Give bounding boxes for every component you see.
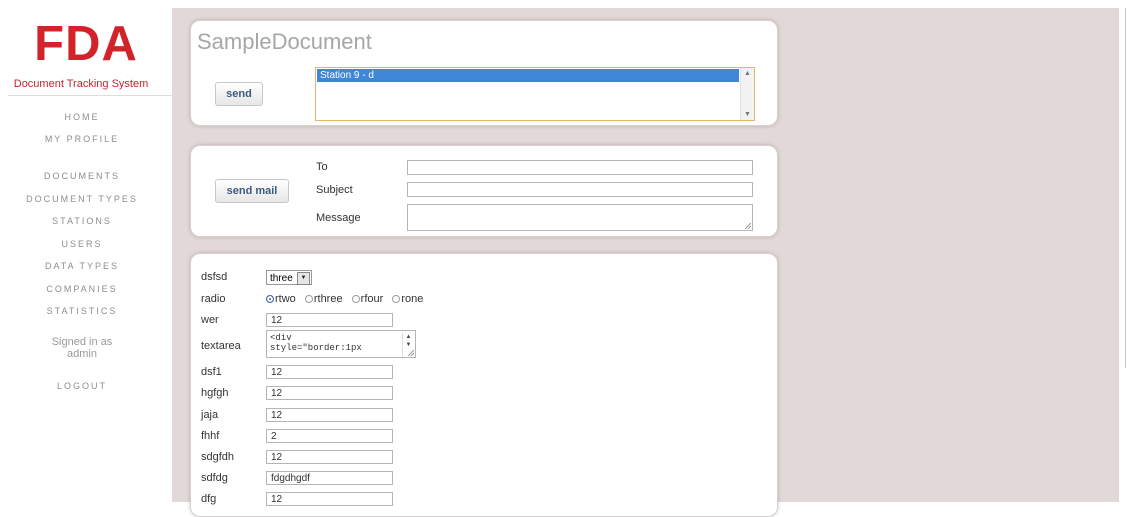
sdfdg-input[interactable]: fdgdhgdf: [266, 471, 393, 485]
nav-stations[interactable]: STATIONS: [0, 216, 164, 226]
main-content: SampleDocument send Station 9 - d ▲ ▼ se…: [172, 8, 1119, 517]
fhhf-label: fhhf: [201, 430, 220, 442]
radio-option-rone[interactable]: rone: [392, 293, 423, 305]
textarea-input[interactable]: <div style="border:1px ▲ ▼: [266, 330, 416, 358]
message-label: Message: [316, 212, 361, 224]
resize-grip-icon[interactable]: [745, 223, 751, 229]
signed-in-user: admin: [67, 348, 97, 360]
app-subtitle: Document Tracking System: [13, 78, 149, 90]
station-option-selected[interactable]: Station 9 - d: [317, 69, 739, 82]
textarea-label: textarea: [201, 340, 241, 352]
nav-data-types[interactable]: DATA TYPES: [0, 261, 164, 271]
dsfsd-select[interactable]: three ▼: [266, 270, 312, 285]
to-input[interactable]: [407, 160, 753, 175]
fields-panel: dsfsd three ▼ radio rtwo rthree rfour ro…: [190, 253, 778, 517]
sdgfdh-label: sdgfdh: [201, 451, 235, 463]
radio-label: radio: [201, 293, 226, 305]
send-button[interactable]: send: [215, 82, 263, 106]
divider: [8, 95, 172, 96]
radio-selected-icon[interactable]: [266, 295, 274, 303]
nav-documents[interactable]: DOCUMENTS: [0, 171, 164, 181]
radio-group: rtwo rthree rfour rone: [266, 293, 429, 305]
signed-in-status: Signed in as admin: [0, 336, 164, 360]
send-mail-button[interactable]: send mail: [215, 179, 289, 203]
page-scrollbar-edge: [1125, 8, 1126, 368]
radio-option-label: rtwo: [275, 293, 296, 305]
radio-unselected-icon[interactable]: [304, 295, 313, 303]
sidebar: FDA Document Tracking System HOME MY PRO…: [0, 0, 172, 502]
nav-my-profile[interactable]: MY PROFILE: [0, 134, 164, 144]
nav-companies[interactable]: COMPANIES: [0, 284, 164, 294]
signed-in-label: Signed in as: [51, 336, 113, 348]
dfg-input[interactable]: 12: [266, 492, 393, 506]
fhhf-input[interactable]: 2: [266, 429, 393, 443]
chevron-down-icon[interactable]: ▼: [297, 272, 310, 285]
dsfsd-label: dsfsd: [201, 271, 228, 283]
radio-option-label: rthree: [313, 293, 343, 305]
nav-statistics[interactable]: STATISTICS: [0, 306, 164, 316]
station-listbox[interactable]: Station 9 - d ▲ ▼: [315, 67, 755, 121]
mail-panel: send mail To Subject Message: [190, 145, 778, 237]
jaja-label: jaja: [201, 409, 219, 421]
resize-grip-icon[interactable]: [408, 350, 414, 356]
message-textarea[interactable]: [407, 204, 753, 231]
jaja-input[interactable]: 12: [266, 408, 393, 422]
radio-option-label: rone: [401, 293, 424, 305]
nav-document-types[interactable]: DOCUMENT TYPES: [0, 194, 164, 204]
nav-users[interactable]: USERS: [0, 239, 164, 249]
subject-label: Subject: [316, 184, 353, 196]
textarea-content: <div style="border:1px: [270, 333, 362, 353]
listbox-scrollbar[interactable]: ▲ ▼: [740, 68, 754, 120]
hgfgh-input[interactable]: 12: [266, 386, 393, 400]
wer-label: wer: [201, 314, 219, 326]
dsf1-input[interactable]: 12: [266, 365, 393, 379]
radio-unselected-icon[interactable]: [392, 295, 401, 303]
scroll-down-icon[interactable]: ▼: [744, 111, 751, 118]
radio-option-rtwo[interactable]: rtwo: [266, 293, 296, 305]
document-title: SampleDocument: [197, 29, 372, 54]
sdfdg-label: sdfdg: [201, 472, 228, 484]
nav-logout[interactable]: LOGOUT: [0, 381, 164, 391]
document-panel: SampleDocument send Station 9 - d ▲ ▼: [190, 20, 778, 126]
radio-option-rfour[interactable]: rfour: [351, 293, 384, 305]
fda-logo[interactable]: FDA: [0, 18, 172, 70]
subject-input[interactable]: [407, 182, 753, 197]
scroll-up-icon[interactable]: ▲: [744, 70, 751, 77]
radio-unselected-icon[interactable]: [351, 295, 360, 303]
to-label: To: [316, 161, 328, 173]
wer-input[interactable]: 12: [266, 313, 393, 327]
dfg-label: dfg: [201, 493, 217, 505]
dsfsd-selected-value: three: [270, 273, 293, 284]
nav-home[interactable]: HOME: [0, 112, 164, 122]
radio-option-rthree[interactable]: rthree: [304, 293, 343, 305]
hgfgh-label: hgfgh: [201, 387, 229, 399]
dsf1-label: dsf1: [201, 366, 222, 378]
sdgfdh-input[interactable]: 12: [266, 450, 393, 464]
radio-option-label: rfour: [360, 293, 384, 305]
